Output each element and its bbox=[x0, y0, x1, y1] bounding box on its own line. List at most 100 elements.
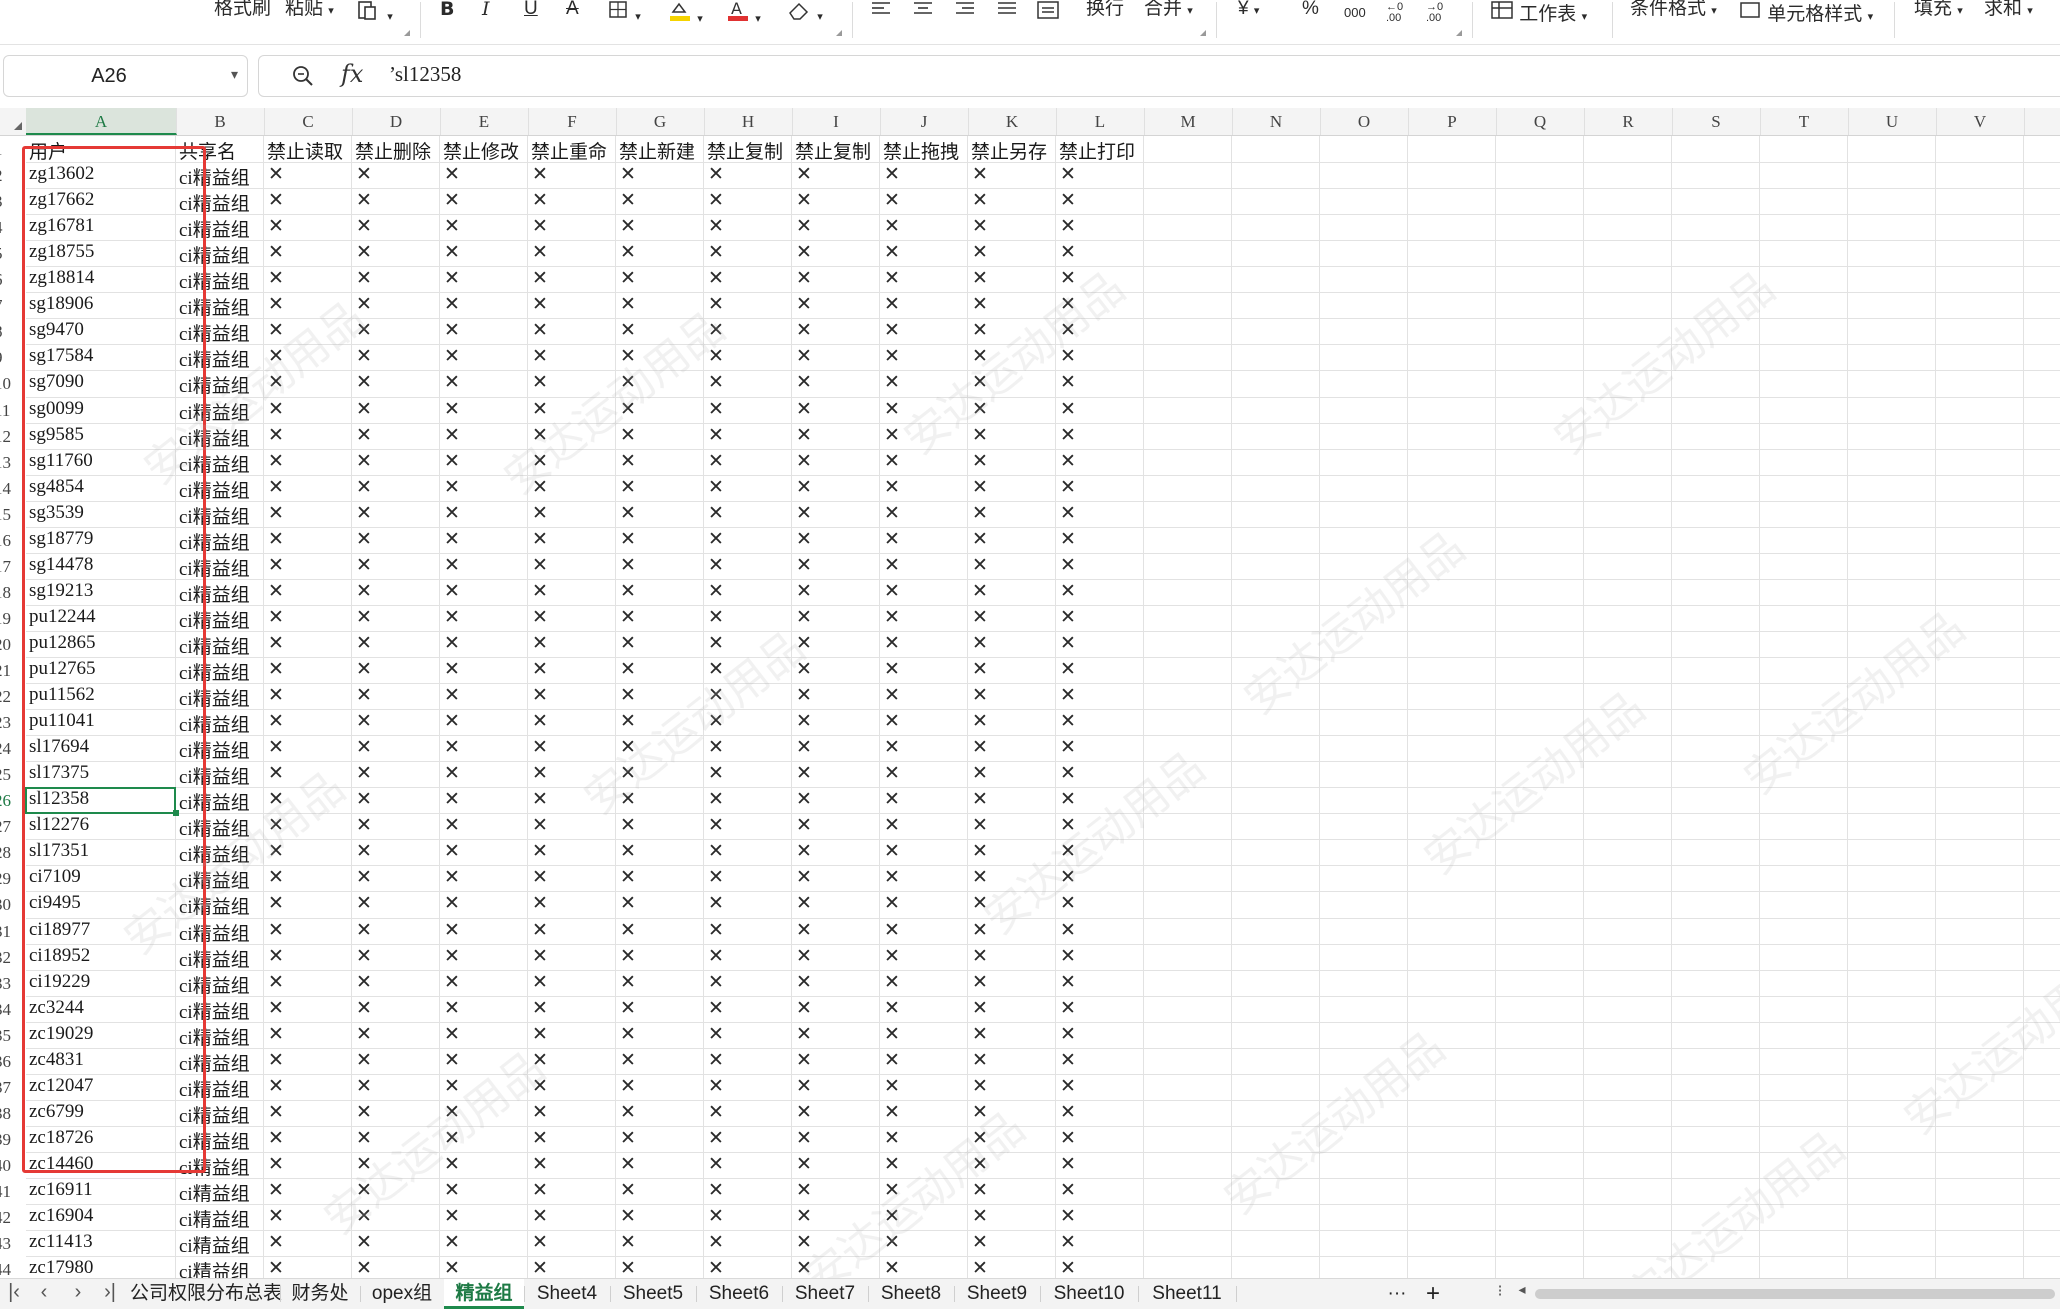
decrease-decimal-button[interactable]: →0 .00 bbox=[1426, 2, 1456, 24]
row-header[interactable]: 36 bbox=[0, 1052, 26, 1078]
permission-mark[interactable]: ✕ bbox=[356, 658, 372, 680]
user-cell[interactable]: sg9585 bbox=[29, 424, 175, 450]
permission-mark[interactable]: ✕ bbox=[620, 267, 636, 289]
permission-mark[interactable]: ✕ bbox=[1060, 163, 1076, 185]
permission-mark[interactable]: ✕ bbox=[444, 684, 460, 706]
user-cell[interactable]: pu11041 bbox=[29, 710, 175, 736]
permission-mark[interactable]: ✕ bbox=[532, 632, 548, 654]
permission-mark[interactable]: ✕ bbox=[444, 892, 460, 914]
share-name-cell[interactable]: ci精益组 bbox=[179, 997, 263, 1023]
permission-mark[interactable]: ✕ bbox=[444, 1049, 460, 1071]
permission-mark[interactable]: ✕ bbox=[1060, 267, 1076, 289]
permission-mark[interactable]: ✕ bbox=[884, 866, 900, 888]
permission-mark[interactable]: ✕ bbox=[884, 606, 900, 628]
permission-mark[interactable]: ✕ bbox=[708, 814, 724, 836]
user-cell[interactable]: pu12865 bbox=[29, 632, 175, 658]
permission-mark[interactable]: ✕ bbox=[972, 710, 988, 732]
function-icon[interactable]: fx bbox=[341, 60, 363, 88]
permission-mark[interactable]: ✕ bbox=[620, 788, 636, 810]
permission-mark[interactable]: ✕ bbox=[972, 371, 988, 393]
permission-mark[interactable]: ✕ bbox=[532, 945, 548, 967]
permission-mark[interactable]: ✕ bbox=[708, 450, 724, 472]
permission-mark[interactable]: ✕ bbox=[620, 814, 636, 836]
borders-button[interactable]: ▾ bbox=[608, 0, 641, 23]
share-name-cell[interactable]: ci精益组 bbox=[179, 319, 263, 345]
permission-mark[interactable]: ✕ bbox=[356, 163, 372, 185]
row-header[interactable]: 26 bbox=[0, 791, 26, 817]
share-name-cell[interactable]: ci精益组 bbox=[179, 1179, 263, 1205]
share-name-cell[interactable]: ci精益组 bbox=[179, 1049, 263, 1075]
permission-mark[interactable]: ✕ bbox=[972, 892, 988, 914]
share-name-cell[interactable]: ci精益组 bbox=[179, 1023, 263, 1049]
permission-mark[interactable]: ✕ bbox=[268, 632, 284, 654]
permission-mark[interactable]: ✕ bbox=[356, 840, 372, 862]
sheet-tab[interactable]: Sheet10 bbox=[1040, 1279, 1138, 1309]
permission-mark[interactable]: ✕ bbox=[356, 971, 372, 993]
permission-mark[interactable]: ✕ bbox=[356, 945, 372, 967]
permission-mark[interactable]: ✕ bbox=[884, 1101, 900, 1123]
thousands-button[interactable]: 000 bbox=[1344, 4, 1366, 24]
bold-icon[interactable]: B bbox=[440, 0, 454, 20]
permission-mark[interactable]: ✕ bbox=[1060, 1049, 1076, 1071]
permission-mark[interactable]: ✕ bbox=[708, 1257, 724, 1278]
permission-mark[interactable]: ✕ bbox=[268, 580, 284, 602]
permission-mark[interactable]: ✕ bbox=[620, 189, 636, 211]
permission-mark[interactable]: ✕ bbox=[972, 554, 988, 576]
permission-mark[interactable]: ✕ bbox=[972, 919, 988, 941]
permission-mark[interactable]: ✕ bbox=[444, 606, 460, 628]
permission-mark[interactable]: ✕ bbox=[268, 424, 284, 446]
row-header[interactable]: 23 bbox=[0, 713, 26, 739]
permission-mark[interactable]: ✕ bbox=[796, 1075, 812, 1097]
permission-mark[interactable]: ✕ bbox=[884, 736, 900, 758]
permission-mark[interactable]: ✕ bbox=[356, 267, 372, 289]
permission-mark[interactable]: ✕ bbox=[1060, 971, 1076, 993]
permission-mark[interactable]: ✕ bbox=[1060, 319, 1076, 341]
user-cell[interactable]: zc3244 bbox=[29, 997, 175, 1023]
permission-mark[interactable]: ✕ bbox=[796, 554, 812, 576]
permission-mark[interactable]: ✕ bbox=[444, 945, 460, 967]
row-header[interactable]: 5 bbox=[0, 244, 26, 270]
formula-input[interactable]: fx ’sl12358 bbox=[258, 55, 2060, 97]
permission-mark[interactable]: ✕ bbox=[1060, 762, 1076, 784]
permission-mark[interactable]: ✕ bbox=[268, 606, 284, 628]
permission-mark[interactable]: ✕ bbox=[444, 371, 460, 393]
permission-mark[interactable]: ✕ bbox=[532, 971, 548, 993]
permission-mark[interactable]: ✕ bbox=[796, 267, 812, 289]
permission-mark[interactable]: ✕ bbox=[444, 866, 460, 888]
permission-mark[interactable]: ✕ bbox=[444, 814, 460, 836]
share-name-cell[interactable]: ci精益组 bbox=[179, 267, 263, 293]
permission-mark[interactable]: ✕ bbox=[972, 788, 988, 810]
row-header[interactable]: 43 bbox=[0, 1234, 26, 1260]
permission-mark[interactable]: ✕ bbox=[708, 736, 724, 758]
permission-mark[interactable]: ✕ bbox=[796, 424, 812, 446]
permission-mark[interactable]: ✕ bbox=[1060, 528, 1076, 550]
permission-mark[interactable]: ✕ bbox=[796, 398, 812, 420]
user-cell[interactable]: sg18906 bbox=[29, 293, 175, 319]
permission-mark[interactable]: ✕ bbox=[884, 1075, 900, 1097]
permission-mark[interactable]: ✕ bbox=[972, 1075, 988, 1097]
permission-mark[interactable]: ✕ bbox=[444, 215, 460, 237]
permission-mark[interactable]: ✕ bbox=[268, 788, 284, 810]
fill-color-button[interactable]: ▾ bbox=[668, 0, 703, 25]
row-header[interactable]: 15 bbox=[0, 505, 26, 531]
permission-mark[interactable]: ✕ bbox=[884, 241, 900, 263]
permission-mark[interactable]: ✕ bbox=[620, 1153, 636, 1175]
permission-mark[interactable]: ✕ bbox=[444, 788, 460, 810]
permission-mark[interactable]: ✕ bbox=[532, 267, 548, 289]
user-cell[interactable]: ci19229 bbox=[29, 971, 175, 997]
permission-mark[interactable]: ✕ bbox=[532, 293, 548, 315]
column-header-g[interactable]: G bbox=[616, 108, 705, 135]
permission-mark[interactable]: ✕ bbox=[532, 554, 548, 576]
share-name-cell[interactable]: ci精益组 bbox=[179, 945, 263, 971]
permission-mark[interactable]: ✕ bbox=[1060, 476, 1076, 498]
permission-mark[interactable]: ✕ bbox=[884, 371, 900, 393]
permission-mark[interactable]: ✕ bbox=[884, 476, 900, 498]
permission-mark[interactable]: ✕ bbox=[972, 814, 988, 836]
permission-mark[interactable]: ✕ bbox=[1060, 554, 1076, 576]
permission-mark[interactable]: ✕ bbox=[1060, 710, 1076, 732]
permission-mark[interactable]: ✕ bbox=[708, 319, 724, 341]
permission-mark[interactable]: ✕ bbox=[444, 293, 460, 315]
permission-mark[interactable]: ✕ bbox=[532, 684, 548, 706]
user-cell[interactable]: zg17662 bbox=[29, 189, 175, 215]
dialog-launcher-icon[interactable] bbox=[1200, 30, 1206, 36]
